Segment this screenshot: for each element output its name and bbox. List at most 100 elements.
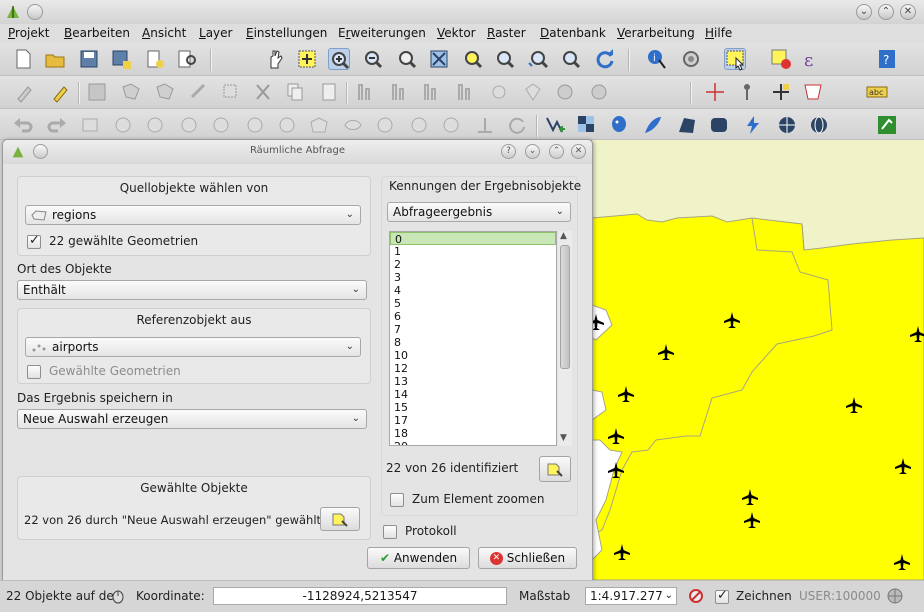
result-id-item[interactable]: 4 <box>390 284 556 297</box>
adv-tool-4-icon[interactable] <box>178 114 200 136</box>
node-tool-icon[interactable] <box>188 81 210 103</box>
pan-to-selection-icon[interactable] <box>296 48 318 70</box>
measure-icon[interactable]: ε <box>802 48 824 70</box>
paste-features-icon[interactable] <box>318 81 340 103</box>
adv-tool-11-icon[interactable] <box>408 114 430 136</box>
add-point-icon[interactable] <box>704 81 726 103</box>
zoom-in-icon[interactable] <box>328 48 350 70</box>
menu-vektor[interactable]: Vektor <box>437 26 476 40</box>
save-layer-edits-icon[interactable] <box>86 81 108 103</box>
result-id-item[interactable]: 7 <box>390 323 556 336</box>
run-action-icon[interactable] <box>680 48 702 70</box>
redo-icon[interactable] <box>46 114 68 136</box>
map-canvas[interactable] <box>592 140 924 580</box>
zoom-last-icon[interactable] <box>528 48 550 70</box>
stop-render-icon[interactable] <box>688 588 704 604</box>
result-id-item[interactable]: 5 <box>390 297 556 310</box>
ids-select[interactable]: Abfrageergebnis ⌄ <box>387 202 571 222</box>
close-icon[interactable]: ✕ <box>571 144 586 159</box>
adv-tool-2-icon[interactable] <box>112 114 134 136</box>
result-id-item[interactable]: 3 <box>390 271 556 284</box>
log-checkbox[interactable] <box>383 524 397 539</box>
copy-features-icon[interactable] <box>284 81 306 103</box>
adv-tool-6-icon[interactable] <box>244 114 266 136</box>
adv-tool-8-icon[interactable] <box>308 114 330 136</box>
coordinate-field[interactable]: -1128924,5213547 <box>213 587 507 605</box>
result-id-item[interactable]: 8 <box>390 336 556 349</box>
delete-selected-icon[interactable] <box>220 81 242 103</box>
result-id-item[interactable]: 0 <box>390 232 556 246</box>
adv-tool-12-icon[interactable] <box>440 114 462 136</box>
scrollbar-thumb[interactable] <box>560 245 570 369</box>
add-delimited-text-icon[interactable] <box>808 114 830 136</box>
scale-select[interactable]: 1:4.917.277 ⌄ <box>585 587 677 605</box>
add-postgis-layer-icon[interactable] <box>608 114 630 136</box>
menu-ansicht[interactable]: Ansicht <box>142 26 186 40</box>
result-id-item[interactable]: 17 <box>390 414 556 427</box>
save-select[interactable]: Neue Auswahl erzeugen ⌄ <box>17 409 367 429</box>
label-tool-3-icon[interactable] <box>420 81 442 103</box>
close-button[interactable]: ✕ Schließen <box>478 547 577 569</box>
add-raster-layer-icon[interactable] <box>576 114 598 136</box>
menu-datenbank[interactable]: Datenbank <box>540 26 606 40</box>
result-id-item[interactable]: 13 <box>390 375 556 388</box>
zoom-to-selection-icon[interactable] <box>462 48 484 70</box>
coordinate-capture-icon[interactable] <box>770 81 792 103</box>
label-abc-icon[interactable]: abc <box>866 81 888 103</box>
cut-features-icon[interactable] <box>252 81 274 103</box>
adv-tool-14-icon[interactable] <box>506 114 528 136</box>
new-project-icon[interactable] <box>12 48 34 70</box>
scroll-up-icon[interactable]: ▲ <box>560 231 567 241</box>
python-console-icon[interactable] <box>876 114 898 136</box>
adv-tool-3-icon[interactable] <box>144 114 166 136</box>
adv-tool-5-icon[interactable] <box>210 114 232 136</box>
zoom-next-icon[interactable] <box>560 48 582 70</box>
current-edits-icon[interactable] <box>14 81 36 103</box>
zoom-native-icon[interactable] <box>396 48 418 70</box>
menu-verarbeitung[interactable]: Verarbeitung <box>617 26 695 40</box>
label-tool-2-icon[interactable] <box>388 81 410 103</box>
minimize-icon[interactable]: ⌄ <box>525 144 540 159</box>
result-id-item[interactable]: 2 <box>390 258 556 271</box>
whats-this-help-icon[interactable]: ? <box>876 48 898 70</box>
label-tool-7-icon[interactable] <box>554 81 576 103</box>
label-tool-4-icon[interactable] <box>454 81 476 103</box>
adv-tool-13-icon[interactable] <box>474 114 496 136</box>
adv-tool-7-icon[interactable] <box>276 114 298 136</box>
zoom-to-ids-button[interactable] <box>539 456 571 482</box>
adv-tool-9-icon[interactable] <box>342 114 364 136</box>
deselect-features-icon[interactable] <box>770 48 792 70</box>
location-select[interactable]: Enthält ⌄ <box>17 280 367 300</box>
result-id-item[interactable]: 6 <box>390 310 556 323</box>
new-shapefile-layer-icon[interactable] <box>544 114 566 136</box>
apply-button[interactable]: ✔ Anwenden <box>367 547 470 569</box>
composer-manager-icon[interactable] <box>176 48 198 70</box>
save-as-icon[interactable] <box>110 48 132 70</box>
identify-features-icon[interactable]: i <box>646 48 668 70</box>
result-id-item[interactable]: 15 <box>390 401 556 414</box>
menu-bearbeiten[interactable]: Bearbeiten <box>64 26 130 40</box>
zoom-to-layer-icon[interactable] <box>494 48 516 70</box>
new-print-composer-icon[interactable] <box>144 48 166 70</box>
source-layer-select[interactable]: regions ⌄ <box>25 205 361 225</box>
render-checkbox[interactable] <box>715 588 729 604</box>
reference-layer-select[interactable]: airports ⌄ <box>25 337 361 357</box>
menu-raster[interactable]: Raster <box>487 26 526 40</box>
window-menu-button[interactable] <box>27 4 43 20</box>
label-tool-5-icon[interactable] <box>488 81 510 103</box>
open-project-icon[interactable] <box>44 48 66 70</box>
save-project-icon[interactable] <box>78 48 100 70</box>
maximize-icon[interactable]: ⌃ <box>878 4 894 20</box>
add-feature-icon[interactable] <box>120 81 142 103</box>
result-id-item[interactable]: 10 <box>390 349 556 362</box>
menu-hilfe[interactable]: Hilfe <box>705 26 732 40</box>
menu-layer[interactable]: Layer <box>199 26 232 40</box>
scroll-down-icon[interactable]: ▼ <box>560 433 567 443</box>
pan-map-icon[interactable] <box>264 48 286 70</box>
add-wms-layer-icon[interactable] <box>676 114 698 136</box>
undo-icon[interactable] <box>12 114 34 136</box>
label-tool-8-icon[interactable] <box>588 81 610 103</box>
result-id-item[interactable]: 18 <box>390 427 556 440</box>
result-list-scrollbar[interactable]: ▲ ▼ <box>558 231 572 446</box>
result-id-item[interactable]: 1 <box>390 245 556 258</box>
